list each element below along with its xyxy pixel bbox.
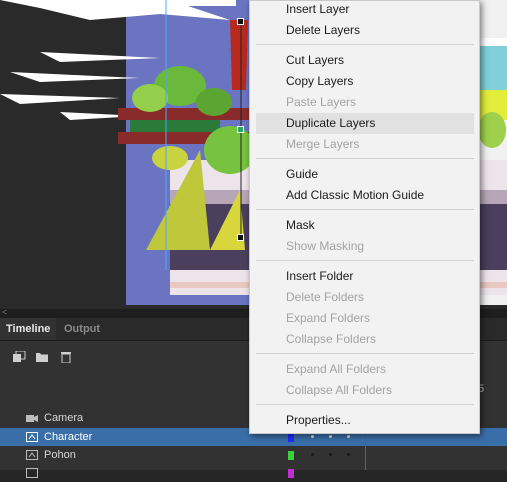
menu-item-insert-folder[interactable]: Insert Folder — [256, 266, 474, 287]
layer-name: Camera — [44, 412, 84, 424]
tab-timeline[interactable]: Timeline — [0, 318, 57, 340]
menu-item-copy-layers[interactable]: Copy Layers — [256, 71, 474, 92]
new-folder-icon[interactable] — [35, 351, 49, 363]
menu-separator — [256, 353, 474, 354]
visibility-dot[interactable] — [311, 453, 314, 456]
layer-color-swatch[interactable] — [288, 433, 294, 442]
layer-icon — [26, 432, 38, 442]
menu-item-cut-layers[interactable]: Cut Layers — [256, 50, 474, 71]
menu-item-expand-all-folders: Expand All Folders — [286, 362, 387, 376]
menu-item-show-masking: Show Masking — [286, 239, 365, 253]
layer-name: Pohon — [44, 449, 76, 461]
menu-separator — [256, 209, 474, 210]
menu-item-duplicate-layers[interactable]: Duplicate Layers — [256, 113, 474, 134]
menu-item-add-classic-motion-guide[interactable]: Add Classic Motion Guide — [256, 185, 474, 206]
menu-item-insert-layer[interactable]: Insert Layer — [256, 0, 474, 20]
menu-separator — [256, 260, 474, 261]
menu-item-properties[interactable]: Properties... — [256, 410, 474, 431]
lock-dot[interactable] — [329, 453, 332, 456]
menu-item-paste-layers: Paste Layers — [286, 95, 357, 109]
menu-item-merge-layers: Merge Layers — [286, 137, 360, 151]
new-layer-icon[interactable] — [12, 351, 26, 363]
trash-icon[interactable] — [59, 351, 73, 363]
outline-dot[interactable] — [347, 435, 350, 438]
scroll-left-icon[interactable]: < — [2, 307, 7, 317]
lock-dot[interactable] — [329, 435, 332, 438]
menu-item-collapse-folders: Collapse Folders — [286, 332, 377, 346]
layer-color-swatch[interactable] — [288, 469, 294, 478]
layer-name: Character — [44, 431, 93, 443]
transform-handle-middle[interactable] — [237, 126, 244, 133]
layer-row-pohon[interactable]: Pohon — [0, 446, 507, 464]
menu-item-expand-folders: Expand Folders — [286, 311, 371, 325]
transform-handle-bottom[interactable] — [237, 234, 244, 241]
layer-row[interactable] — [0, 464, 507, 482]
visibility-dot[interactable] — [311, 435, 314, 438]
camera-icon — [26, 415, 38, 422]
menu-item-mask[interactable]: Mask — [256, 215, 474, 236]
tab-output[interactable]: Output — [58, 318, 106, 340]
menu-item-guide[interactable]: Guide — [256, 164, 474, 185]
menu-item-delete-folders: Delete Folders — [286, 290, 365, 304]
layer-color-swatch[interactable] — [288, 451, 294, 460]
menu-item-collapse-all-folders: Collapse All Folders — [286, 383, 393, 397]
outline-dot[interactable] — [347, 453, 350, 456]
layer-icon — [26, 450, 38, 460]
menu-separator — [256, 404, 474, 405]
layer-context-menu: Insert Layer Delete Layers Cut Layers Copy … — [249, 0, 480, 434]
transform-handle-top[interactable] — [237, 18, 244, 25]
menu-item-delete-layers[interactable]: Delete Layers — [256, 20, 474, 41]
menu-separator — [256, 44, 474, 45]
menu-separator — [256, 158, 474, 159]
